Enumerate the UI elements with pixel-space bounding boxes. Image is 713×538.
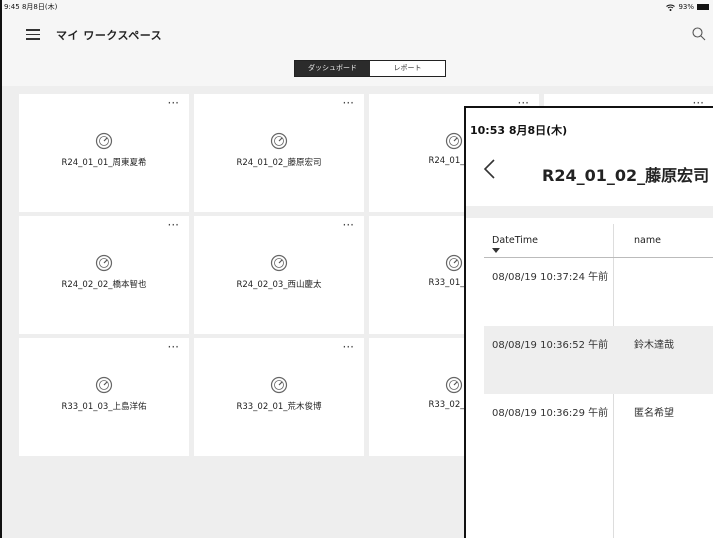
tab-dashboard[interactable]: ダッシュボード — [295, 61, 370, 76]
menu-icon[interactable] — [26, 29, 40, 40]
tile-name: R24_01_02_藤原宏司 — [236, 158, 322, 168]
tile-name: R24_02_03_西山慶太 — [236, 280, 322, 290]
more-icon[interactable]: ··· — [168, 218, 179, 232]
tile-name: R33_02_01_荒木俊博 — [236, 402, 322, 412]
segmented-control: ダッシュボード レポート — [294, 60, 446, 77]
status-indicators: 93% — [666, 0, 709, 14]
gauge-icon — [95, 132, 113, 150]
more-icon[interactable]: ··· — [343, 340, 354, 354]
gauge-icon — [445, 376, 463, 394]
more-icon[interactable]: ··· — [168, 340, 179, 354]
battery-percent: 93% — [678, 3, 694, 11]
tile-name: R24_02_02_橋本智也 — [61, 280, 147, 290]
app-header: マイ ワークスペース — [2, 14, 713, 58]
gauge-icon — [270, 254, 288, 272]
column-header-datetime[interactable]: DateTime — [492, 235, 538, 246]
search-icon[interactable] — [691, 26, 707, 42]
dashboard-tile[interactable]: ··· R24_01_01_周東夏希 — [19, 94, 189, 212]
table-row[interactable]: 08/08/19 10:37:24 午前 — [484, 258, 713, 326]
dashboard-tile[interactable]: ··· R24_01_02_藤原宏司 — [194, 94, 364, 212]
gauge-icon — [95, 376, 113, 394]
cell-datetime: 08/08/19 10:37:24 午前 — [492, 272, 609, 283]
report-panel: 10:53 8月8日(木) R24_01_02_藤原宏司 DateTime na… — [464, 106, 713, 538]
gauge-icon — [445, 254, 463, 272]
status-bar: 9:45 8月8日(木) 93% — [2, 0, 713, 14]
dashboard-tile[interactable]: ··· R33_02_01_荒木俊博 — [194, 338, 364, 456]
gauge-icon — [270, 132, 288, 150]
table-header: DateTime name — [484, 224, 713, 258]
panel-status-time: 10:53 8月8日(木) — [470, 124, 568, 137]
gauge-icon — [445, 132, 463, 150]
dashboard-tile[interactable]: ··· R24_02_02_橋本智也 — [19, 216, 189, 334]
segment-bar: ダッシュボード レポート — [2, 58, 713, 86]
gauge-icon — [270, 376, 288, 394]
dashboard-tile[interactable]: ··· R33_01_03_上島洋佑 — [19, 338, 189, 456]
panel-title: R24_01_02_藤原宏司 — [542, 166, 710, 185]
tile-name: R24_01_01_周東夏希 — [61, 158, 147, 168]
more-icon[interactable]: ··· — [343, 96, 354, 110]
panel-separator — [466, 206, 713, 218]
table-row[interactable]: 08/08/19 10:36:29 午前 匿名希望 — [484, 394, 713, 462]
cell-datetime: 08/08/19 10:36:52 午前 — [492, 340, 609, 351]
tab-reports[interactable]: レポート — [370, 61, 445, 76]
back-icon[interactable] — [482, 158, 498, 180]
tile-name: R33_01_03_上島洋佑 — [61, 402, 147, 412]
more-icon[interactable]: ··· — [168, 96, 179, 110]
battery-icon — [697, 4, 709, 10]
wifi-icon — [666, 4, 676, 11]
cell-datetime: 08/08/19 10:36:29 午前 — [492, 408, 609, 419]
workspace-title: マイ ワークスペース — [56, 29, 163, 42]
dashboard-tile[interactable]: ··· R24_02_03_西山慶太 — [194, 216, 364, 334]
sort-down-icon[interactable] — [492, 248, 500, 253]
app-window: 9:45 8月8日(木) 93% マイ ワークスペース ダッシュボード レポート… — [0, 0, 713, 538]
table-row[interactable]: 08/08/19 10:36:52 午前 鈴木達哉 — [484, 326, 713, 394]
report-table: DateTime name 08/08/19 10:37:24 午前 08/08… — [484, 224, 713, 462]
column-header-name[interactable]: name — [634, 235, 661, 246]
gauge-icon — [95, 254, 113, 272]
status-time: 9:45 8月8日(木) — [4, 3, 58, 11]
cell-name: 鈴木達哉 — [634, 340, 674, 351]
cell-name: 匿名希望 — [634, 408, 674, 419]
more-icon[interactable]: ··· — [343, 218, 354, 232]
